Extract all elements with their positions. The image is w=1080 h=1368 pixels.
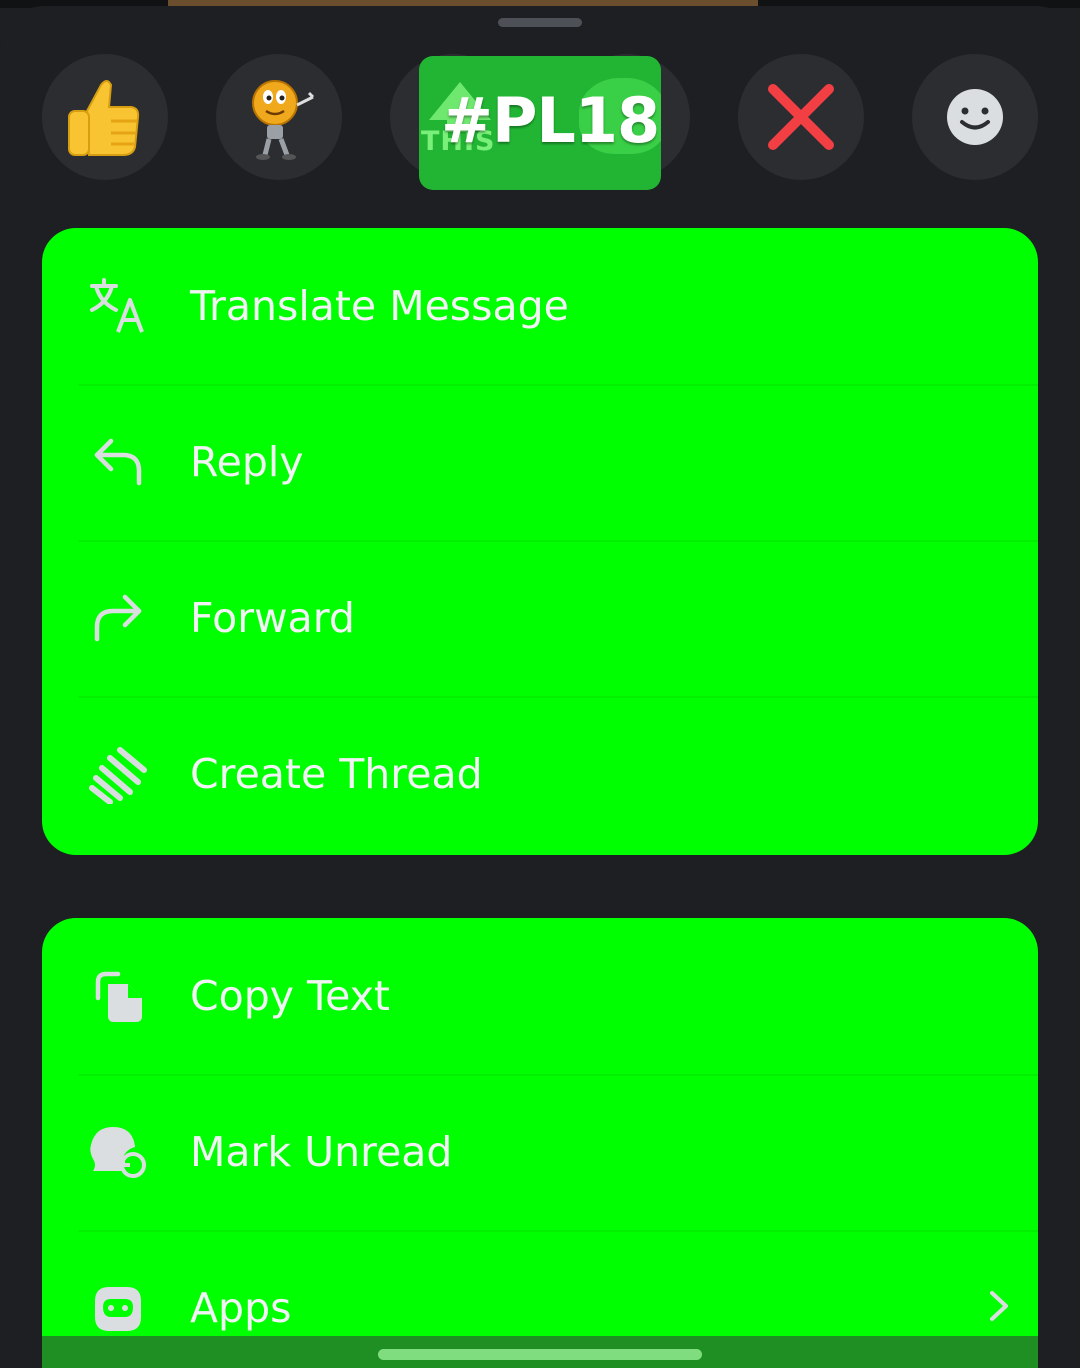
- sticker-tag-text: #PL18: [441, 84, 660, 157]
- apps-robot-icon: [86, 1276, 150, 1340]
- forward-icon: [86, 586, 150, 650]
- home-indicator[interactable]: [378, 1349, 702, 1360]
- chevron-right-icon: [988, 1289, 1010, 1327]
- reply-icon: [86, 430, 150, 494]
- sticker-overlay: THIS #PL18: [419, 56, 661, 190]
- menu-item-label: Mark Unread: [190, 1128, 453, 1176]
- reaction-emoji-character-button[interactable]: [216, 54, 342, 180]
- menu-item-translate-message[interactable]: Translate Message: [42, 228, 1038, 384]
- menu-item-forward[interactable]: Forward: [42, 540, 1038, 696]
- menu-item-label: Reply: [190, 438, 304, 486]
- copy-icon: [86, 964, 150, 1028]
- reaction-cross-mark-button[interactable]: [738, 54, 864, 180]
- add-reaction-button[interactable]: [912, 54, 1038, 180]
- message-actions-sheet: THIS #PL18 Translate Message Reply Forwa…: [0, 6, 1080, 1368]
- red-x-icon: [768, 84, 834, 150]
- menu-item-create-thread[interactable]: Create Thread: [42, 696, 1038, 852]
- thread-icon: [86, 742, 150, 806]
- menu-item-reply[interactable]: Reply: [42, 384, 1038, 540]
- smiley-character-icon: [252, 80, 315, 160]
- translate-icon: [86, 274, 150, 338]
- add-reaction-smiley-icon: [947, 89, 1003, 145]
- menu-item-label: Apps: [190, 1284, 292, 1332]
- secondary-actions-card: Copy Text Mark Unread Apps: [42, 918, 1038, 1368]
- primary-actions-card: Translate Message Reply Forward Create T…: [42, 228, 1038, 855]
- menu-item-mark-unread[interactable]: Mark Unread: [42, 1074, 1038, 1230]
- thumbs-up-icon: [68, 80, 140, 156]
- reaction-thumbs-up-button[interactable]: [42, 54, 168, 180]
- menu-item-label: Forward: [190, 594, 355, 642]
- menu-item-label: Translate Message: [190, 282, 569, 330]
- mark-unread-icon: [86, 1120, 150, 1184]
- menu-item-label: Create Thread: [190, 750, 483, 798]
- menu-item-copy-text[interactable]: Copy Text: [42, 918, 1038, 1074]
- menu-item-label: Copy Text: [190, 972, 390, 1020]
- drag-handle[interactable]: [498, 18, 582, 27]
